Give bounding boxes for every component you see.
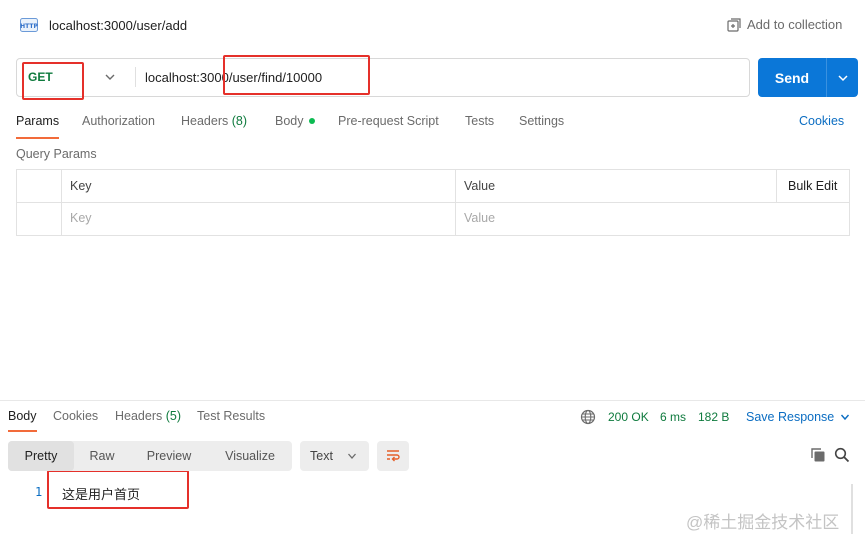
save-response-button[interactable]: Save Response (746, 410, 850, 424)
wrap-lines-button[interactable] (377, 441, 409, 471)
cookies-link[interactable]: Cookies (799, 114, 844, 128)
chevron-down-icon (841, 414, 850, 421)
key-input[interactable]: Key (70, 211, 92, 225)
response-size[interactable]: 182 B (698, 410, 729, 424)
value-input[interactable]: Value (464, 211, 495, 225)
response-divider (0, 400, 865, 401)
response-tab-headers[interactable]: Headers (5) (115, 409, 197, 423)
tab-authorization[interactable]: Authorization (82, 114, 181, 138)
tab-pre-request-script[interactable]: Pre-request Script (338, 114, 465, 138)
format-select[interactable]: Text (300, 441, 369, 471)
url-divider (135, 67, 136, 87)
response-tab-test-results[interactable]: Test Results (197, 409, 265, 423)
table-row-divider (16, 202, 850, 203)
response-tab-headers-count: (5) (165, 409, 182, 423)
view-pretty[interactable]: Pretty (8, 441, 74, 471)
tab-headers-count: (8) (231, 114, 248, 128)
add-to-collection-button[interactable]: Add to collection (727, 17, 842, 32)
response-time[interactable]: 6 ms (660, 410, 686, 424)
tab-headers-label: Headers (181, 114, 229, 128)
method-select[interactable]: GET (28, 70, 53, 84)
watermark: @稀土掘金技术社区 (686, 513, 840, 532)
tab-headers[interactable]: Headers (8) (181, 114, 275, 138)
query-params-label: Query Params (16, 147, 97, 161)
send-options-button[interactable] (827, 72, 858, 84)
chevron-down-icon[interactable] (103, 70, 117, 84)
tab-params[interactable]: Params (16, 114, 82, 138)
globe-icon[interactable] (580, 409, 596, 425)
tab-settings[interactable]: Settings (519, 114, 564, 138)
request-title: localhost:3000/user/add (49, 18, 188, 33)
view-raw[interactable]: Raw (74, 441, 130, 471)
add-to-collection-label: Add to collection (747, 17, 843, 32)
search-icon[interactable] (834, 447, 850, 463)
collection-add-icon (727, 17, 741, 32)
send-label: Send (774, 69, 810, 86)
active-response-tab-underline (8, 430, 37, 432)
save-response-label: Save Response (746, 410, 835, 424)
svg-text:HTTP: HTTP (20, 23, 38, 30)
key-column-header: Key (70, 179, 92, 193)
value-column-header: Value (464, 179, 496, 193)
scrollbar[interactable] (851, 484, 853, 534)
view-preview[interactable]: Preview (130, 441, 208, 471)
response-tab-body[interactable]: Body (8, 409, 53, 423)
http-request-icon: HTTP (20, 18, 38, 32)
table-col-divider (61, 169, 62, 236)
chevron-down-icon (837, 74, 848, 81)
active-tab-underline (16, 137, 59, 139)
wrap-lines-icon (387, 450, 400, 462)
url-input[interactable]: localhost:3000/user/find/10000 (145, 70, 322, 85)
response-tab-headers-label: Headers (115, 409, 163, 423)
tab-tests[interactable]: Tests (465, 114, 519, 138)
tab-body-label: Body (275, 114, 304, 128)
chevron-down-icon (347, 453, 356, 459)
send-button[interactable]: Send (758, 58, 858, 97)
body-indicator-dot (308, 118, 315, 124)
format-select-value: Text (310, 449, 333, 463)
tab-body[interactable]: Body (275, 114, 338, 138)
table-col-divider (455, 169, 456, 236)
response-status[interactable]: 200 OK (608, 410, 649, 424)
response-body-text: 这是用户首页 (62, 487, 141, 502)
table-col-divider (776, 169, 777, 202)
bulk-edit-button[interactable]: Bulk Edit (788, 179, 837, 193)
view-visualize[interactable]: Visualize (208, 441, 292, 471)
response-tab-cookies[interactable]: Cookies (53, 409, 115, 423)
response-view-switcher: Pretty Raw Preview Visualize (8, 441, 292, 471)
line-number: 1 (35, 485, 43, 499)
request-tabs: Params Authorization Headers (8) Body Pr… (16, 114, 564, 138)
response-tabs: Body Cookies Headers (5) Test Results (8, 409, 265, 423)
copy-icon[interactable] (810, 447, 826, 463)
url-bar (16, 58, 750, 97)
